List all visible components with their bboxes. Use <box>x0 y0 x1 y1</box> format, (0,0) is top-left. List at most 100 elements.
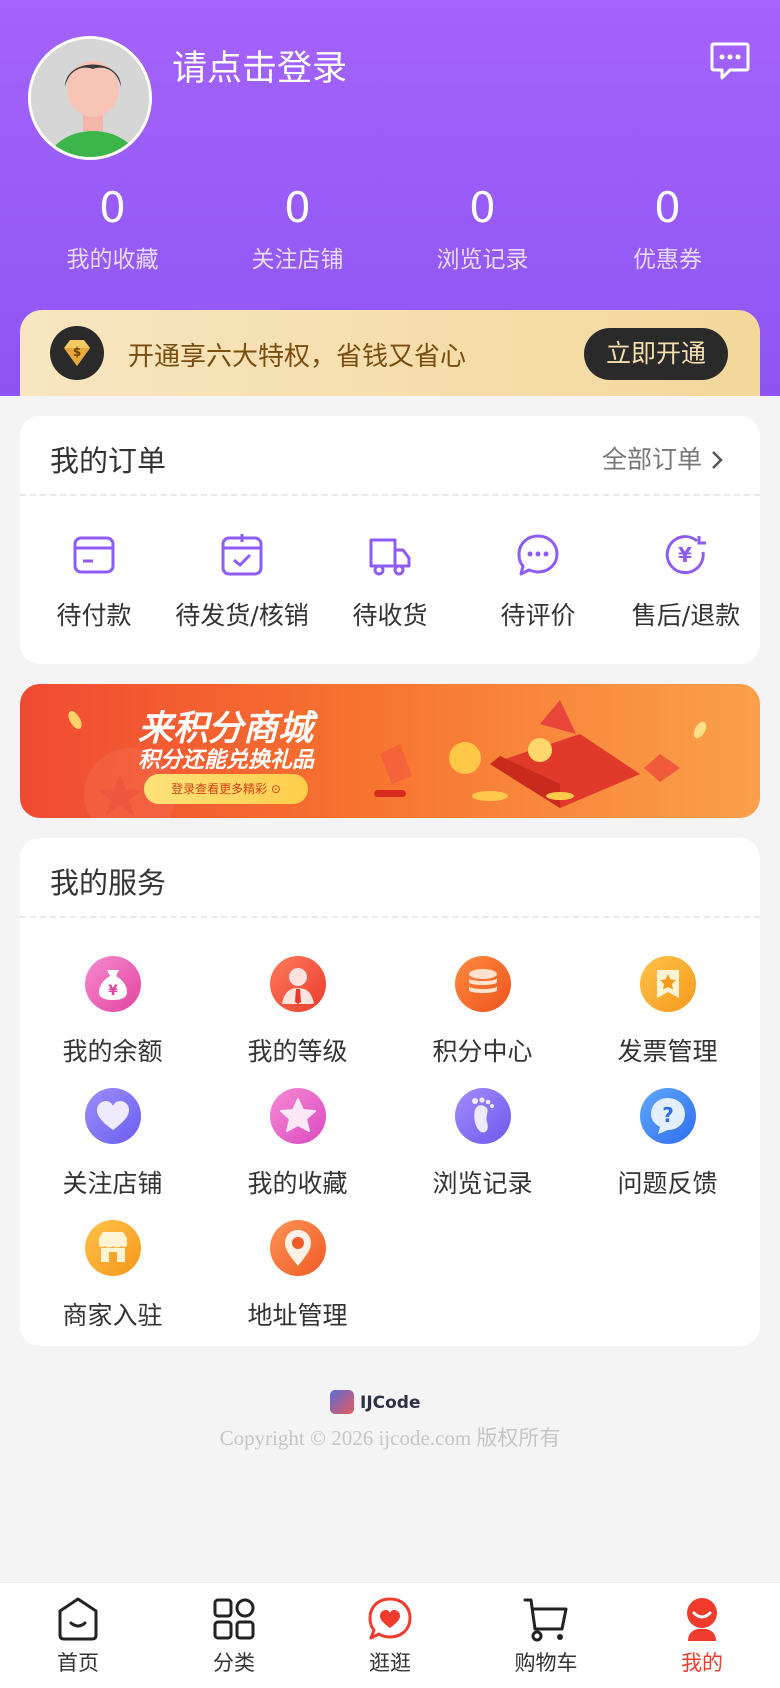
services-title: 我的服务 <box>50 866 167 900</box>
location-icon <box>269 1220 326 1276</box>
calendar-check-icon <box>221 534 263 576</box>
svg-text:¥: ¥ <box>108 983 118 999</box>
tab-category[interactable]: 分类 <box>156 1583 312 1688</box>
tab-label: 分类 <box>213 1651 255 1675</box>
chevron-right-icon <box>712 451 723 469</box>
diamond-icon: $ <box>50 326 104 380</box>
avatar[interactable] <box>28 36 152 160</box>
service-label: 浏览记录 <box>432 1169 533 1198</box>
service-points[interactable]: 积分中心 <box>390 956 575 1088</box>
all-orders-label: 全部订单 <box>601 445 702 474</box>
order-pending-review[interactable]: 待评价 <box>464 532 612 632</box>
service-address[interactable]: 地址管理 <box>205 1220 390 1352</box>
category-icon <box>213 1598 255 1640</box>
wallet-icon <box>73 536 115 574</box>
footer-brand: IJCode <box>330 1390 421 1414</box>
banner-login-button[interactable]: 登录查看更多精彩 ⊙ <box>144 774 308 804</box>
order-label: 售后/退款 <box>631 601 741 630</box>
service-label: 地址管理 <box>247 1301 348 1330</box>
stat-label: 浏览记录 <box>436 247 529 273</box>
vip-text: 开通享六大特权，省钱又省心 <box>128 342 467 372</box>
cart-icon <box>523 1598 568 1642</box>
order-after-sales[interactable]: ¥ 售后/退款 <box>612 532 760 632</box>
login-prompt[interactable]: 请点击登录 <box>172 40 347 91</box>
stats-row: 0 我的收藏 0 关注店铺 0 浏览记录 0 优惠券 <box>0 180 780 274</box>
message-icon[interactable] <box>708 38 752 82</box>
stat-value: 0 <box>284 183 311 232</box>
all-orders-link[interactable]: 全部订单 <box>602 440 724 476</box>
truck-icon <box>369 538 411 576</box>
order-label: 待评价 <box>500 601 576 630</box>
orders-row: 待付款 待发货/核销 待收货 待评价 ¥ 售后/退款 <box>20 496 760 632</box>
service-history[interactable]: 浏览记录 <box>390 1088 575 1220</box>
tab-label: 我的 <box>681 1651 723 1675</box>
tab-label: 首页 <box>57 1651 99 1675</box>
service-level[interactable]: 我的等级 <box>205 956 390 1088</box>
tab-home[interactable]: 首页 <box>0 1583 156 1688</box>
service-feedback[interactable]: ? 问题反馈 <box>575 1088 760 1220</box>
order-label: 待付款 <box>56 601 132 630</box>
order-pending-payment[interactable]: 待付款 <box>20 532 168 632</box>
service-merchant-join[interactable]: 商家入驻 <box>20 1220 205 1352</box>
stat-value: 0 <box>99 183 126 232</box>
stat-value: 0 <box>654 183 681 232</box>
svg-text:?: ? <box>662 1103 674 1127</box>
stat-followed-shops[interactable]: 0 关注店铺 <box>205 180 390 274</box>
stat-coupons[interactable]: 0 优惠券 <box>575 180 760 274</box>
stat-label: 优惠券 <box>633 247 702 273</box>
browse-heart-icon <box>368 1597 412 1640</box>
tab-cart[interactable]: 购物车 <box>468 1583 624 1688</box>
stat-value: 0 <box>469 183 496 232</box>
service-label: 积分中心 <box>432 1037 533 1066</box>
svg-text:$: $ <box>73 345 81 359</box>
bottom-tab-bar: 首页 分类 逛逛 购物车 我的 <box>0 1582 780 1688</box>
invoice-icon <box>639 956 696 1012</box>
orders-card-header: 我的订单 全部订单 <box>20 416 760 496</box>
store-icon <box>84 1220 141 1276</box>
tab-label: 逛逛 <box>369 1651 411 1675</box>
question-icon: ? <box>639 1088 696 1144</box>
carousel-indicator <box>374 790 406 797</box>
vip-open-button[interactable]: 立即开通 <box>584 328 728 380</box>
order-label: 待收货 <box>352 601 428 630</box>
stat-favorites[interactable]: 0 我的收藏 <box>20 180 205 274</box>
service-invoice[interactable]: 发票管理 <box>575 956 760 1088</box>
service-favorites[interactable]: 我的收藏 <box>205 1088 390 1220</box>
tab-browse[interactable]: 逛逛 <box>312 1583 468 1688</box>
home-icon <box>58 1597 98 1641</box>
orders-title: 我的订单 <box>50 444 167 478</box>
tab-mine[interactable]: 我的 <box>624 1583 780 1688</box>
service-label: 商家入驻 <box>62 1301 163 1330</box>
copyright-text: Copyright © 2026 ijcode.com 版权所有 <box>219 1426 561 1450</box>
money-bag-icon: ¥ <box>84 956 141 1012</box>
orders-card: 我的订单 全部订单 待付款 待发货/核销 待收货 待评价 ¥ 售后/退款 <box>20 416 760 664</box>
vip-banner[interactable]: $ 开通享六大特权，省钱又省心 立即开通 <box>20 310 760 396</box>
banner-subtitle: 积分还能兑换礼品 <box>138 748 315 773</box>
services-card-header: 我的服务 <box>20 838 760 918</box>
stat-history[interactable]: 0 浏览记录 <box>390 180 575 274</box>
coins-icon <box>454 956 511 1012</box>
services-card: 我的服务 ¥ 我的余额 我的等级 积分中心 发票管理 关注店铺 我的收藏 浏览记… <box>20 838 760 1346</box>
service-label: 我的余额 <box>62 1037 163 1066</box>
brand-name: IJCode <box>360 1393 421 1413</box>
user-level-icon <box>269 956 326 1012</box>
footprint-icon <box>454 1088 511 1144</box>
service-label: 我的收藏 <box>247 1169 348 1198</box>
service-followed-shops[interactable]: 关注店铺 <box>20 1088 205 1220</box>
service-label: 发票管理 <box>617 1037 718 1066</box>
star-icon <box>269 1088 326 1144</box>
stat-label: 我的收藏 <box>66 247 159 273</box>
svg-text:¥: ¥ <box>678 543 692 567</box>
service-label: 关注店铺 <box>62 1169 163 1198</box>
order-pending-receipt[interactable]: 待收货 <box>316 532 464 632</box>
points-mall-banner[interactable]: 来积分商城 积分还能兑换礼品 登录查看更多精彩 ⊙ <box>20 684 760 818</box>
service-label: 我的等级 <box>247 1037 348 1066</box>
order-pending-shipment[interactable]: 待发货/核销 <box>168 532 316 632</box>
service-label: 问题反馈 <box>617 1169 718 1198</box>
profile-header: 请点击登录 0 我的收藏 0 关注店铺 0 浏览记录 0 优惠券 $ 开通享六大… <box>0 0 780 396</box>
brand-logo-icon <box>330 1390 354 1414</box>
order-label: 待发货/核销 <box>175 601 309 630</box>
stat-label: 关注店铺 <box>251 247 344 273</box>
service-balance[interactable]: ¥ 我的余额 <box>20 956 205 1088</box>
heart-icon <box>84 1088 141 1144</box>
